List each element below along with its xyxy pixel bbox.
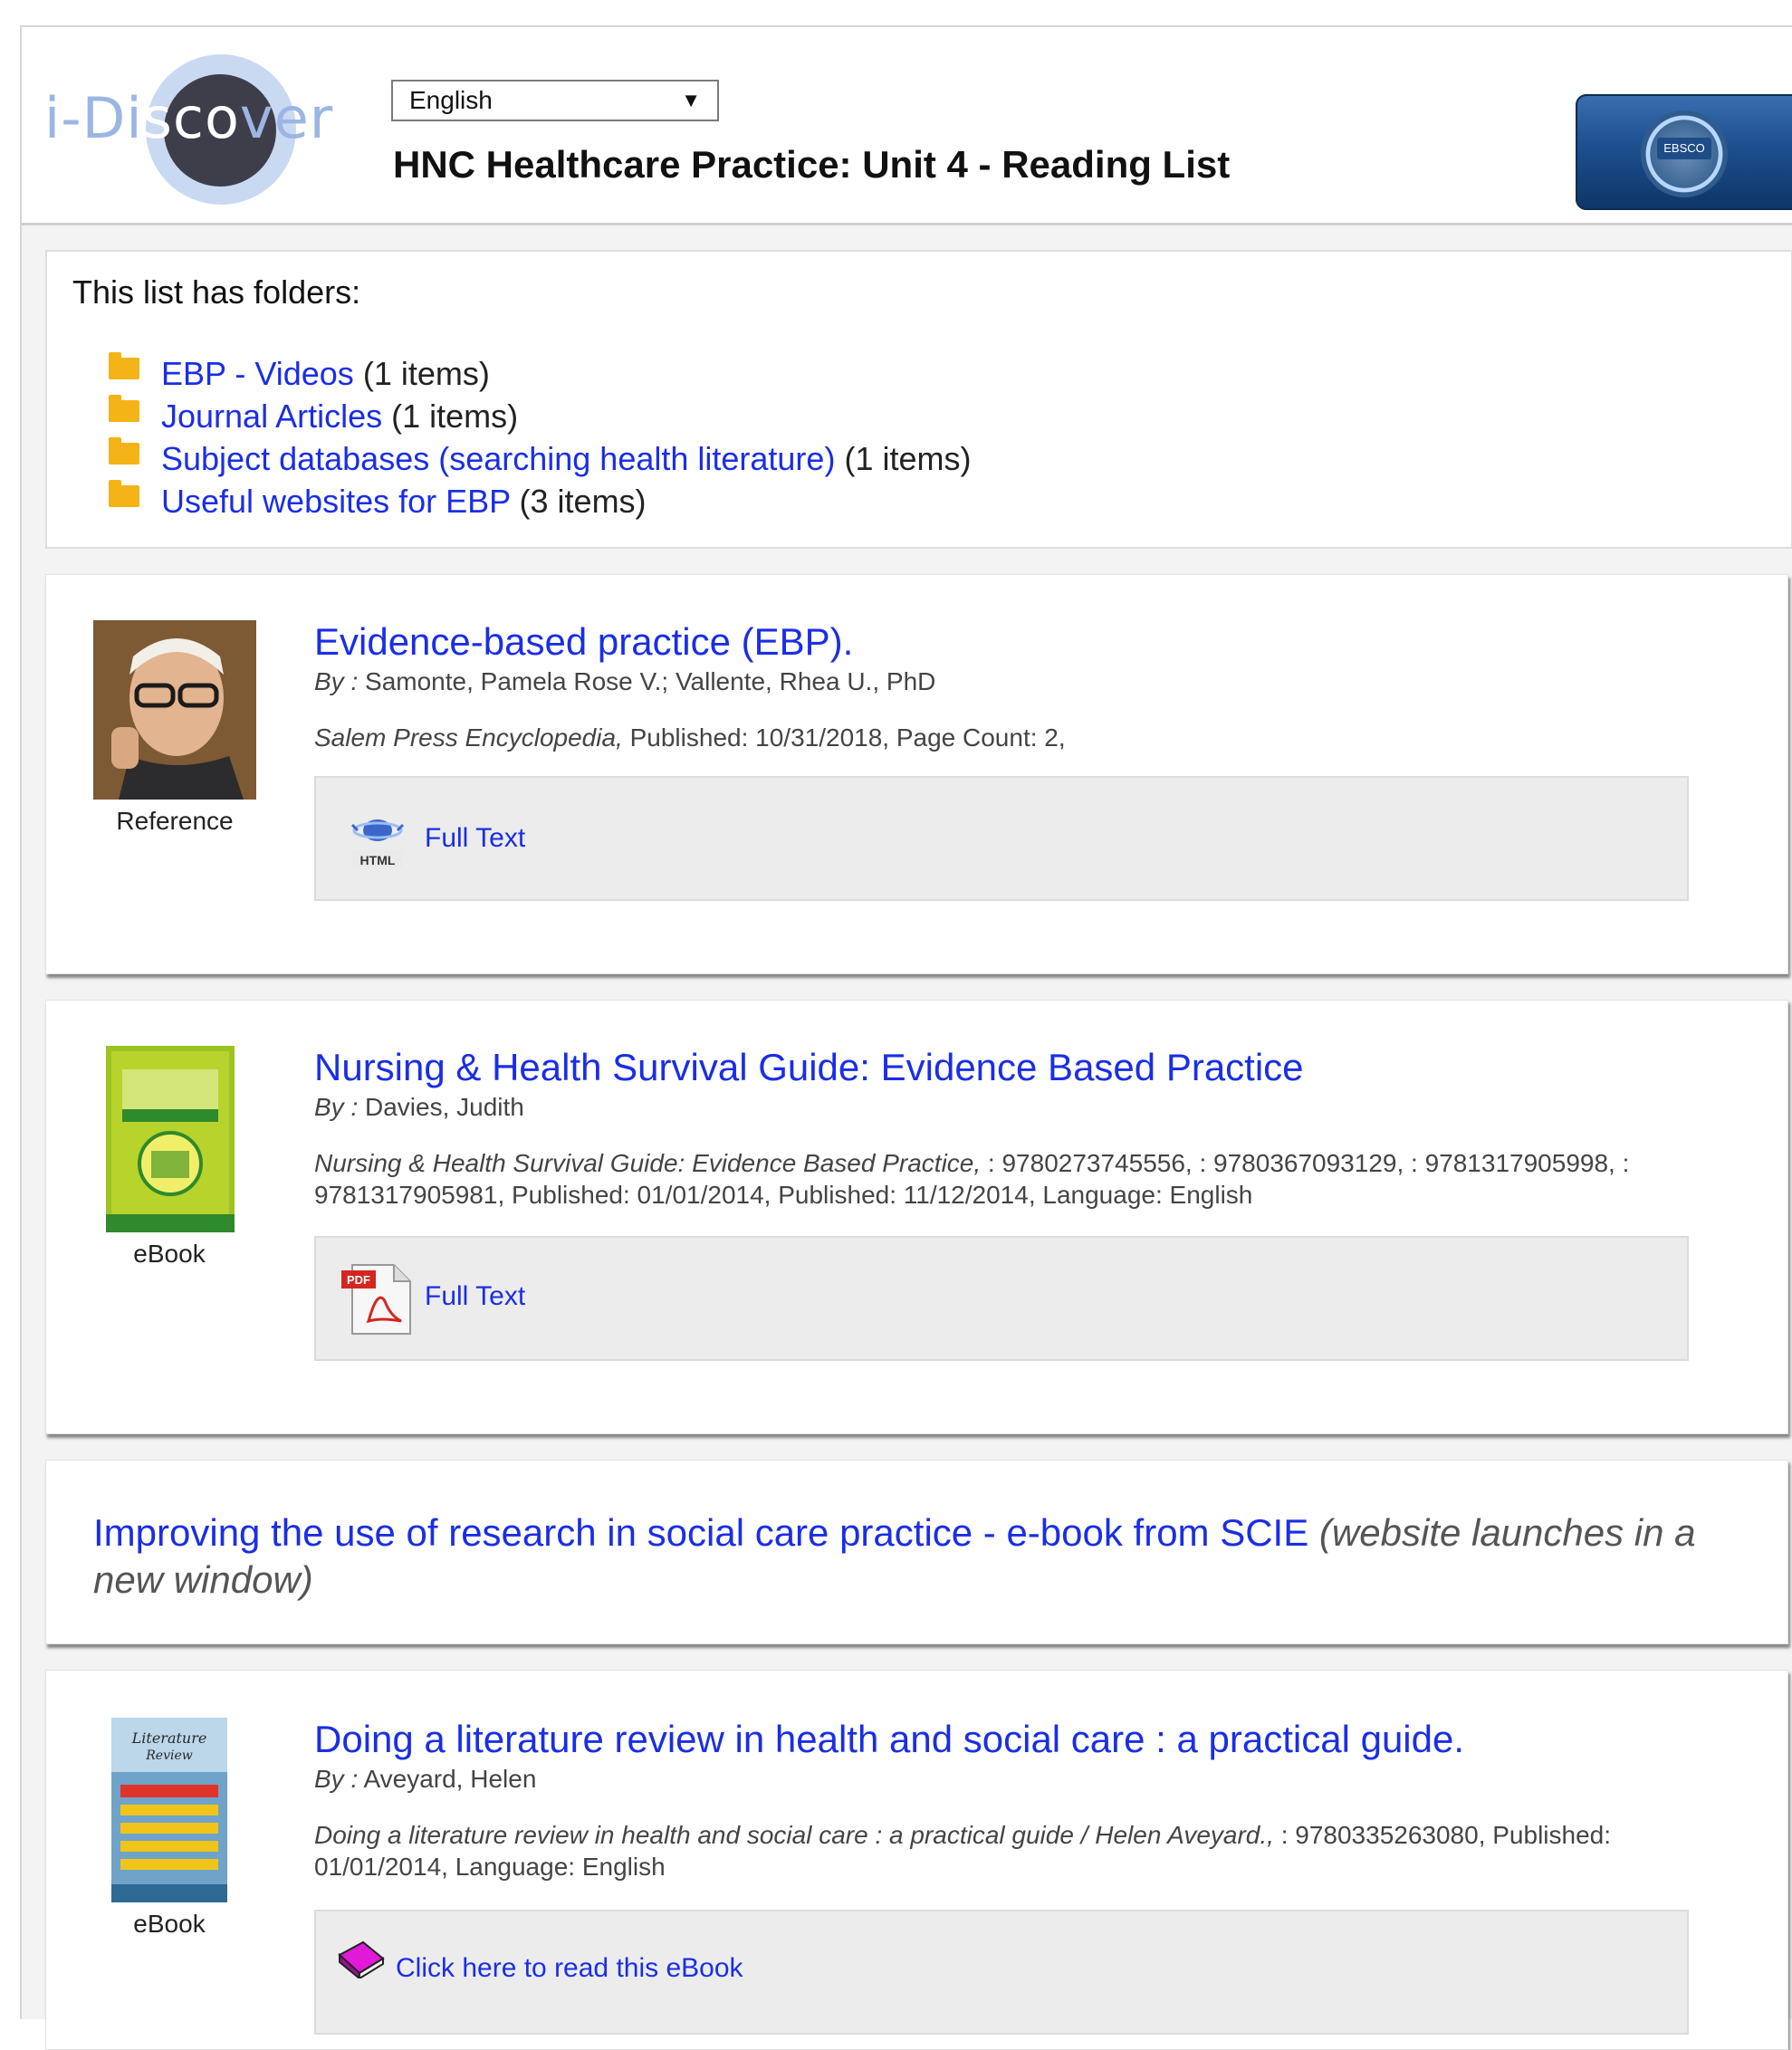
item-type-label: eBook [133,1910,206,1938]
full-text-link[interactable]: Full Text [425,823,525,854]
list-item: eBook Nursing & Health Survival Guide: E… [45,1000,1788,1434]
item-title-link[interactable]: Doing a literature review in health and … [314,1718,1464,1761]
folder-icon [109,395,139,422]
folder-item: Journal Articles (1 items) [109,395,971,438]
svg-text:PDF: PDF [347,1273,370,1287]
ebsco-logo[interactable]: EBSCO [1576,94,1792,210]
item-type-label: eBook [133,1240,206,1268]
website-link[interactable]: Improving the use of research in social … [93,1511,1308,1554]
item-byline: By : Aveyard, Helen [314,1765,537,1793]
full-text-box: HTML Full Text [314,776,1689,901]
item-thumbnail[interactable] [93,620,256,800]
svg-text:HTML: HTML [360,853,396,867]
folders-heading: This list has folders: [72,273,361,311]
website-item-title: Improving the use of research in social … [93,1509,1723,1604]
portrait-image-icon [93,620,256,800]
item-meta: Doing a literature review in health and … [314,1821,1612,1881]
item-byline: By : Samonte, Pamela Rose V.; Vallente, … [314,667,936,695]
item-meta: Salem Press Encyclopedia, Published: 10/… [314,723,1066,752]
read-ebook-link[interactable]: Click here to read this eBook [396,1953,743,1984]
folder-link-subject-databases[interactable]: Subject databases (searching health lite… [161,440,835,477]
folders-panel: This list has folders: EBP - Videos (1 i… [45,250,1792,549]
folder-link-ebp-videos[interactable]: EBP - Videos [161,355,354,392]
svg-text:Literature: Literature [131,1729,207,1747]
list-item: Literature Review eBook Doing a literatu… [45,1670,1788,2050]
item-meta: Nursing & Health Survival Guide: Evidenc… [314,1149,1630,1209]
book-cover-icon: Literature Review [111,1718,227,1902]
list-item: Improving the use of research in social … [45,1460,1788,1644]
header: i-Discover English ▼ HNC Healthcare Prac… [22,27,1792,225]
folder-icon [109,480,139,507]
svg-text:Review: Review [145,1748,192,1763]
page-title: HNC Healthcare Practice: Unit 4 - Readin… [393,143,1231,186]
book-icon [338,1940,385,1978]
item-thumbnail[interactable] [106,1046,235,1232]
i-discover-logo[interactable]: i-Discover [44,54,343,208]
folder-item: Subject databases (searching health lite… [109,437,971,481]
full-text-box: PDF Full Text [314,1236,1689,1361]
pdf-icon: PDF [341,1264,411,1335]
dropdown-arrow-icon: ▼ [681,89,701,111]
folder-link-useful-websites[interactable]: Useful websites for EBP [161,483,511,520]
folder-icon [109,437,139,465]
folder-item: Useful websites for EBP (3 items) [109,480,971,523]
full-text-link[interactable]: Full Text [425,1281,525,1312]
read-ebook-box: Click here to read this eBook [314,1910,1689,2035]
item-type-label: Reference [116,807,234,835]
item-title-link[interactable]: Evidence-based practice (EBP). [314,620,853,664]
item-thumbnail[interactable]: Literature Review [111,1718,227,1902]
list-item: Reference Evidence-based practice (EBP).… [45,574,1788,974]
folder-item: EBP - Videos (1 items) [109,352,971,396]
html-icon: HTML [350,819,405,868]
item-byline: By : Davies, Judith [314,1093,524,1121]
folder-list: EBP - Videos (1 items) Journal Articles … [109,352,971,523]
item-title-link[interactable]: Nursing & Health Survival Guide: Evidenc… [314,1046,1304,1089]
book-cover-icon [106,1046,235,1232]
folder-icon [109,352,139,379]
folder-link-journal-articles[interactable]: Journal Articles [161,398,382,435]
language-select[interactable]: English ▼ [391,80,719,121]
